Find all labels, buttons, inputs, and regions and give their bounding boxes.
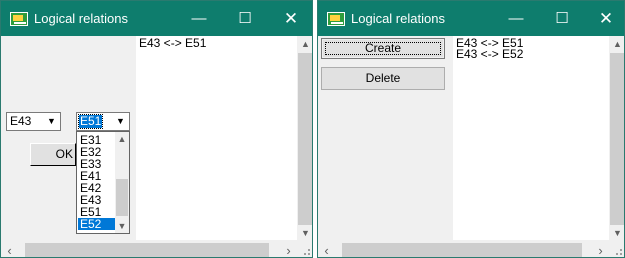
horizontal-scroll-thumb[interactable] — [25, 243, 269, 257]
scroll-up-arrow-icon[interactable]: ▲ — [115, 132, 129, 146]
window-title: Logical relations — [351, 11, 445, 26]
client-area: E43 <-> E51 ▲ ▼ ‹ › E43 ▼ E51 ▼ E31 E32 … — [1, 36, 312, 257]
logical-relations-window-right: Logical relations — ☐ ✕ Create Delete E4… — [317, 0, 625, 258]
close-button[interactable]: ✕ — [268, 1, 312, 36]
dropdown-scroll-thumb[interactable] — [116, 179, 128, 216]
chevron-down-icon[interactable]: ▼ — [43, 113, 60, 130]
second-event-combo[interactable]: E51 ▼ — [76, 112, 130, 131]
ok-button[interactable]: OK — [30, 143, 76, 166]
delete-button-label: Delete — [365, 71, 401, 85]
scroll-down-arrow-icon[interactable]: ▼ — [115, 219, 129, 233]
app-icon — [327, 12, 345, 26]
scroll-down-arrow-icon[interactable]: ▼ — [609, 225, 624, 242]
app-icon — [10, 12, 28, 26]
scroll-down-arrow-icon[interactable]: ▼ — [297, 225, 312, 242]
event-dropdown-list[interactable]: E31 E32 E33 E41 E42 E43 E51 E52 ▲ ▼ — [76, 131, 130, 234]
minimize-button[interactable]: — — [176, 1, 222, 36]
vertical-scrollbar[interactable]: ▲ ▼ — [609, 36, 624, 242]
relations-list-text: E43 <-> E51 E43 <-> E52 — [456, 36, 524, 61]
first-event-combo[interactable]: E43 ▼ — [6, 112, 61, 131]
maximize-button[interactable]: ☐ — [539, 1, 585, 36]
delete-button[interactable]: Delete — [321, 67, 445, 90]
horizontal-scroll-thumb[interactable] — [342, 243, 582, 257]
logical-relations-window-left: Logical relations — ☐ ✕ E43 <-> E51 ▲ ▼ … — [0, 0, 313, 258]
create-button-label: Create — [364, 41, 402, 55]
resize-grip-icon[interactable] — [297, 242, 312, 257]
scroll-right-arrow-icon[interactable]: › — [592, 242, 609, 257]
titlebar[interactable]: Logical relations — ☐ ✕ — [1, 1, 312, 36]
scroll-up-arrow-icon[interactable]: ▲ — [297, 36, 312, 53]
close-button[interactable]: ✕ — [583, 1, 624, 36]
client-area: Create Delete E43 <-> E51 E43 <-> E52 ▲ … — [318, 36, 624, 257]
chevron-down-icon[interactable]: ▼ — [112, 113, 129, 130]
relations-list[interactable]: E43 <-> E51 — [136, 36, 297, 240]
scroll-right-arrow-icon[interactable]: › — [280, 242, 297, 257]
scroll-left-arrow-icon[interactable]: ‹ — [318, 242, 335, 257]
second-event-value: E51 — [77, 114, 104, 129]
scroll-left-arrow-icon[interactable]: ‹ — [1, 242, 18, 257]
relations-list[interactable]: E43 <-> E51 E43 <-> E52 — [453, 36, 609, 240]
vertical-scrollbar[interactable]: ▲ ▼ — [297, 36, 312, 242]
window-title: Logical relations — [34, 11, 128, 26]
vertical-scroll-thumb[interactable] — [298, 53, 312, 225]
relations-list-text: E43 <-> E51 — [139, 36, 207, 50]
resize-grip-icon[interactable] — [609, 242, 624, 257]
horizontal-scrollbar[interactable]: ‹ › — [318, 242, 609, 257]
maximize-button[interactable]: ☐ — [222, 1, 268, 36]
minimize-button[interactable]: — — [493, 1, 539, 36]
vertical-scroll-thumb[interactable] — [610, 53, 624, 225]
dropdown-option-selected[interactable]: E52 — [78, 218, 115, 230]
scroll-up-arrow-icon[interactable]: ▲ — [609, 36, 624, 53]
create-button[interactable]: Create — [321, 38, 445, 59]
titlebar[interactable]: Logical relations — ☐ ✕ — [318, 1, 624, 36]
first-event-value: E43 — [10, 114, 32, 128]
ok-button-label: OK — [55, 147, 73, 161]
horizontal-scrollbar[interactable]: ‹ › — [1, 242, 297, 257]
dropdown-scrollbar[interactable]: ▲ ▼ — [115, 132, 129, 233]
